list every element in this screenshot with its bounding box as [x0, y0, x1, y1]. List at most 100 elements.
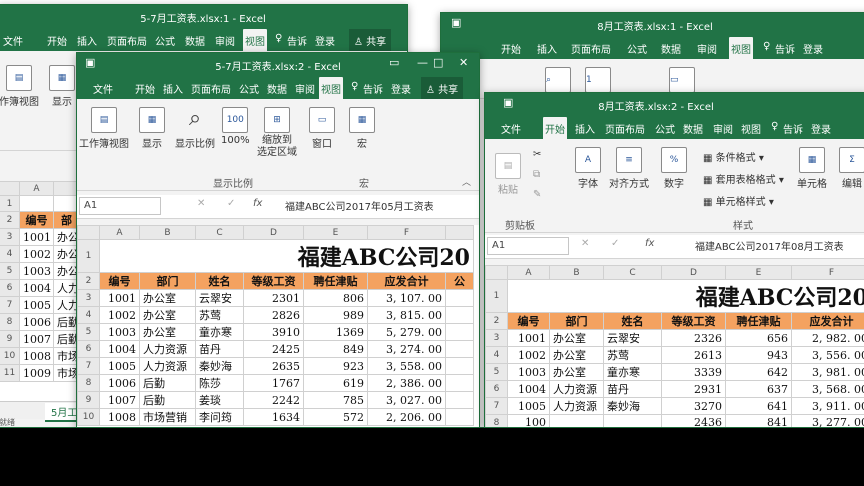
workbook-view-button[interactable]: ▤ 作簿视图: [0, 65, 39, 108]
share-button[interactable]: ♙ 共享: [349, 29, 392, 52]
window-icon[interactable]: ▭: [669, 67, 695, 93]
table-row[interactable]: 6 1004 人力资源 苗丹 2931 637 3, 568. 00: [485, 380, 864, 398]
row-header[interactable]: 6: [485, 380, 508, 398]
tab-page-layout[interactable]: 页面布局: [605, 121, 645, 136]
cancel-icon[interactable]: ✕: [197, 198, 205, 209]
tab-formulas[interactable]: 公式: [239, 81, 259, 96]
table-cell[interactable]: 市场营销: [139, 408, 196, 426]
restore-ribbon-icon[interactable]: ▭: [389, 56, 399, 69]
tab-page-layout[interactable]: 页面布局: [571, 41, 611, 56]
table-cell[interactable]: 3, 107. 00: [367, 289, 446, 307]
tab-insert[interactable]: 插入: [77, 33, 97, 48]
table-row[interactable]: 7 1005 人力资源 秦妙海 2635 923 3, 558. 00: [77, 357, 474, 375]
zoom-icon[interactable]: ⌕: [545, 67, 571, 93]
tab-formulas[interactable]: 公式: [627, 41, 647, 56]
table-row[interactable]: 5 1003 办公室 童亦寒 3910 1369 5, 279. 00: [77, 323, 474, 341]
tab-page-layout[interactable]: 页面布局: [107, 33, 147, 48]
table-cell[interactable]: 637: [725, 380, 792, 398]
table-cell[interactable]: 后勤: [139, 391, 196, 409]
table-cell[interactable]: 苏莺: [603, 346, 662, 364]
table-cell[interactable]: 642: [725, 363, 792, 381]
table-cell[interactable]: 云翠安: [195, 289, 244, 307]
format-painter-icon[interactable]: ✎: [533, 189, 541, 200]
maximize-icon[interactable]: □: [433, 56, 443, 69]
table-cell[interactable]: 3, 568. 00: [791, 380, 864, 398]
table-cell[interactable]: 李问筠: [195, 408, 244, 426]
window-button[interactable]: ▭ 窗口: [309, 107, 335, 150]
table-cell[interactable]: 100: [507, 414, 550, 427]
table-cell[interactable]: 3270: [661, 397, 726, 415]
table-cell[interactable]: 1005: [507, 397, 550, 415]
table-cell[interactable]: 2242: [243, 391, 304, 409]
table-row[interactable]: 8 1006 后勤 陈莎 1767 619 2, 386. 00: [77, 374, 474, 392]
table-cell[interactable]: 3, 027. 00: [367, 391, 446, 409]
table-cell[interactable]: 2326: [661, 329, 726, 347]
login-link[interactable]: 登录: [391, 81, 411, 96]
worksheet-grid[interactable]: ABCDEF 1 福建ABC公司20 2 编号 部门 姓名 等级工资 聘任津贴 应发合计 31…: [485, 265, 864, 427]
table-cell[interactable]: 人力资源: [139, 357, 196, 375]
table-cell[interactable]: 人力资源: [549, 397, 604, 415]
table-cell[interactable]: 806: [303, 289, 368, 307]
table-row[interactable]: 6 1004 人力资源 苗丹 2425 849 3, 274. 00: [77, 340, 474, 358]
table-cell[interactable]: 841: [725, 414, 792, 427]
table-cell[interactable]: 619: [303, 374, 368, 392]
name-box[interactable]: A1: [79, 197, 161, 215]
excel-window-5-7-2[interactable]: ▣ 5-7月工资表.xlsx:2 - Excel ▭ — □ ✕ 文件 开始 插…: [76, 52, 480, 428]
tab-page-layout[interactable]: 页面布局: [191, 81, 231, 96]
table-row[interactable]: 5 1003 办公室 童亦寒 3339 642 3, 981. 00: [485, 363, 864, 381]
table-cell[interactable]: 2, 386. 00: [367, 374, 446, 392]
close-icon[interactable]: ✕: [459, 56, 468, 69]
table-row[interactable]: 4 1002 办公室 苏莺 2613 943 3, 556. 00: [485, 346, 864, 364]
table-cell[interactable]: 3, 815. 00: [367, 306, 446, 324]
save-icon[interactable]: ▣: [451, 16, 461, 29]
table-cell[interactable]: 人力资源: [139, 340, 196, 358]
row-header[interactable]: 8: [77, 374, 100, 392]
table-cell[interactable]: 5, 279. 00: [367, 323, 446, 341]
table-cell[interactable]: 苏莺: [195, 306, 244, 324]
fx-icon[interactable]: fx: [645, 238, 654, 249]
login-link[interactable]: 登录: [811, 121, 831, 136]
number-button[interactable]: % 数字: [661, 147, 687, 190]
tell-me[interactable]: 告诉: [287, 33, 307, 48]
table-cell[interactable]: 923: [303, 357, 368, 375]
table-cell[interactable]: 849: [303, 340, 368, 358]
cut-icon[interactable]: ✂: [533, 149, 541, 160]
login-link[interactable]: 登录: [315, 33, 335, 48]
excel-window-8-2[interactable]: ▣ 8月工资表.xlsx:2 - Excel 文件 开始 插入 页面布局 公式 …: [484, 92, 864, 428]
table-cell[interactable]: 572: [303, 408, 368, 426]
table-cell[interactable]: 办公室: [549, 329, 604, 347]
cells-button[interactable]: ▦ 单元格: [797, 147, 827, 190]
table-cell[interactable]: 1003: [507, 363, 550, 381]
table-cell[interactable]: 1002: [507, 346, 550, 364]
table-cell[interactable]: [549, 414, 604, 427]
tab-view[interactable]: 视图: [319, 77, 343, 100]
tab-insert[interactable]: 插入: [163, 81, 183, 96]
table-row[interactable]: 10 1008 市场营销 李问筠 1634 572 2, 206. 00: [77, 408, 474, 426]
row-header[interactable]: 5: [485, 363, 508, 381]
table-cell[interactable]: 943: [725, 346, 792, 364]
table-cell[interactable]: 1004: [507, 380, 550, 398]
table-cell[interactable]: 1001: [99, 289, 140, 307]
table-cell[interactable]: 1003: [99, 323, 140, 341]
table-cell[interactable]: 陈莎: [195, 374, 244, 392]
title-bar[interactable]: ▣ 8月工资表.xlsx:2 - Excel: [485, 93, 864, 115]
table-cell[interactable]: 云翠安: [603, 329, 662, 347]
table-cell[interactable]: 1634: [243, 408, 304, 426]
login-link[interactable]: 登录: [803, 41, 823, 56]
table-cell[interactable]: 2301: [243, 289, 304, 307]
cancel-icon[interactable]: ✕: [581, 238, 589, 249]
row-header[interactable]: 10: [77, 408, 100, 426]
table-cell[interactable]: 3, 558. 00: [367, 357, 446, 375]
table-row[interactable]: 4 1002 办公室 苏莺 2826 989 3, 815. 00: [77, 306, 474, 324]
tab-data[interactable]: 数据: [267, 81, 287, 96]
table-cell[interactable]: 3, 911. 00: [791, 397, 864, 415]
table-cell[interactable]: 苗丹: [195, 340, 244, 358]
table-cell[interactable]: 童亦寒: [195, 323, 244, 341]
table-cell[interactable]: 姜琰: [195, 391, 244, 409]
row-header[interactable]: 4: [77, 306, 100, 324]
share-button[interactable]: ♙ 共享: [421, 77, 464, 100]
tab-formulas[interactable]: 公式: [155, 33, 175, 48]
table-cell[interactable]: 后勤: [139, 374, 196, 392]
worksheet-grid[interactable]: ABCDEF 1 福建ABC公司20 2 编号 部门 姓名 等级工资 聘任津贴 应发合计公 3…: [77, 225, 479, 427]
tab-home[interactable]: 开始: [501, 41, 521, 56]
